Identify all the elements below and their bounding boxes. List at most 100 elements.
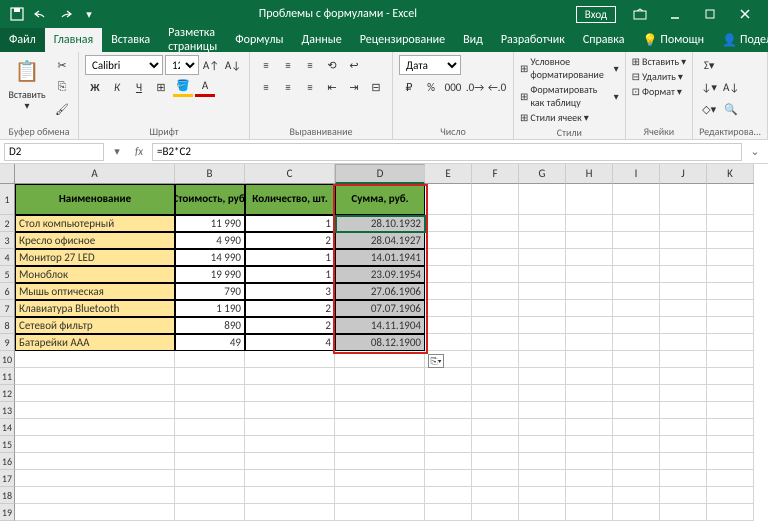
row-header-6[interactable]: 6 [0,283,15,300]
cell-C8[interactable]: 2 [245,317,335,334]
cell-empty[interactable] [519,453,566,470]
cell-empty[interactable] [707,504,754,521]
cell-empty[interactable] [519,487,566,504]
cell-empty[interactable] [566,266,613,283]
fill-color-icon[interactable]: 🪣 [173,77,193,97]
cell-D5[interactable]: 23.09.1954 [335,266,425,283]
cell-empty[interactable] [425,283,472,300]
comma-icon[interactable]: 000 [443,77,463,97]
cell-empty[interactable] [335,351,425,368]
format-cells-button[interactable]: ⊡ Формат ▾ [632,85,682,98]
cell-A7[interactable]: Клавиатура Bluetooth [15,300,175,317]
cell-empty[interactable] [472,232,519,249]
decrease-indent-icon[interactable]: ⇤ [322,77,342,97]
cell-empty[interactable] [472,283,519,300]
cell-empty[interactable] [613,402,660,419]
cell-empty[interactable] [425,184,472,215]
cell-empty[interactable] [472,215,519,232]
cut-icon[interactable]: ✂ [52,55,72,75]
cell-empty[interactable] [613,215,660,232]
cell-empty[interactable] [660,283,707,300]
cell-empty[interactable] [175,419,245,436]
cell-empty[interactable] [707,351,754,368]
cell-empty[interactable] [566,470,613,487]
cell-empty[interactable] [425,453,472,470]
cell-B7[interactable]: 1 190 [175,300,245,317]
cell-C7[interactable]: 2 [245,300,335,317]
cell-empty[interactable] [472,266,519,283]
cell-empty[interactable] [245,504,335,521]
cell-A6[interactable]: Мышь оптическая [15,283,175,300]
cell-empty[interactable] [566,249,613,266]
align-bottom-icon[interactable]: ≡ [300,55,320,75]
cell-empty[interactable] [566,419,613,436]
cell-A9[interactable]: Батарейки AAA [15,334,175,351]
cell-empty[interactable] [472,184,519,215]
cell-D3[interactable]: 28.04.1927 [335,232,425,249]
cell-B6[interactable]: 790 [175,283,245,300]
fill-icon[interactable]: ↓▾ [699,77,719,97]
cell-empty[interactable] [245,487,335,504]
row-header-8[interactable]: 8 [0,317,15,334]
cell-empty[interactable] [472,504,519,521]
cell-empty[interactable] [707,300,754,317]
cell-empty[interactable] [519,334,566,351]
cell-empty[interactable] [175,402,245,419]
autofill-options-icon[interactable]: ⎘▾ [428,354,444,368]
format-painter-icon[interactable]: 🖌 [52,99,72,119]
cell-B2[interactable]: 11 990 [175,215,245,232]
cell-B5[interactable]: 19 990 [175,266,245,283]
row-header-19[interactable]: 19 [0,504,15,521]
cell-empty[interactable] [660,368,707,385]
cell-empty[interactable] [566,385,613,402]
cell-empty[interactable] [707,385,754,402]
cell-empty[interactable] [566,300,613,317]
cell-empty[interactable] [425,487,472,504]
cell-empty[interactable] [335,487,425,504]
cell-empty[interactable] [245,453,335,470]
align-left-icon[interactable]: ≡ [256,77,276,97]
cell-C9[interactable]: 4 [245,334,335,351]
cell-empty[interactable] [472,487,519,504]
cell-empty[interactable] [425,317,472,334]
paste-button[interactable]: 📋 Вставить ▾ [6,55,48,111]
percent-icon[interactable]: % [421,77,441,97]
cell-empty[interactable] [519,232,566,249]
cell-empty[interactable] [707,317,754,334]
sort-filter-icon[interactable]: A↓ [721,77,741,97]
cell-B4[interactable]: 14 990 [175,249,245,266]
cell-empty[interactable] [660,232,707,249]
tab-insert[interactable]: Вставка [102,28,159,52]
cell-empty[interactable] [175,453,245,470]
cell-empty[interactable] [660,334,707,351]
cell-empty[interactable] [245,402,335,419]
cell-empty[interactable] [425,368,472,385]
cell-empty[interactable] [472,470,519,487]
currency-icon[interactable]: ₽ [399,77,419,97]
cell-empty[interactable] [519,504,566,521]
cell-empty[interactable] [425,402,472,419]
expand-formula-icon[interactable]: ⌄ [746,143,764,161]
cell-empty[interactable] [660,300,707,317]
increase-font-icon[interactable]: A↑ [201,55,221,75]
ribbon-options-icon[interactable] [623,3,657,25]
cell-empty[interactable] [566,351,613,368]
col-header-B[interactable]: B [175,164,245,184]
cell-empty[interactable] [660,402,707,419]
cell-empty[interactable] [566,334,613,351]
cell-empty[interactable] [566,436,613,453]
login-button[interactable]: Вход [576,6,616,23]
cell-empty[interactable] [707,436,754,453]
col-header-H[interactable]: H [566,164,613,184]
cell-D8[interactable]: 14.11.1904 [335,317,425,334]
cell-empty[interactable] [613,453,660,470]
cell-empty[interactable] [15,351,175,368]
cell-empty[interactable] [660,470,707,487]
cell-C3[interactable]: 2 [245,232,335,249]
col-header-D[interactable]: D [335,164,425,184]
cell-C4[interactable]: 1 [245,249,335,266]
cell-empty[interactable] [245,385,335,402]
cell-empty[interactable] [707,470,754,487]
row-header-18[interactable]: 18 [0,487,15,504]
font-color-icon[interactable]: A [195,77,215,97]
